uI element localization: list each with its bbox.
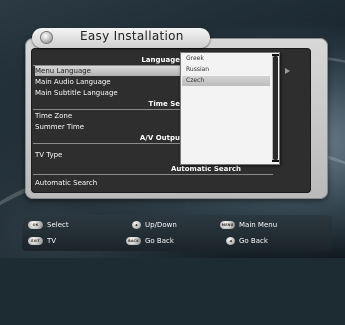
dropdown-option-russian[interactable]: Russian [182,65,270,75]
menu-language-label: Menu Language [35,67,91,75]
section-label: Time Se [148,100,180,108]
legend-select-label: Select [47,221,69,229]
dropdown-option-greek[interactable]: Greek [182,54,270,64]
section-divider [33,174,273,175]
legend-tv-label: TV [47,237,57,245]
main-subtitle-language-label: Main Subtitle Language [35,89,118,97]
legend-go-back-left: ◀ Go Back [226,236,268,246]
legend-select: OK Select [28,220,69,230]
section-label: Language [141,56,180,64]
title-bullet-icon [41,32,52,43]
section-label: Automatic Search [170,165,241,173]
section-header-automatic-search: Automatic Search [35,164,275,174]
back-key-icon: BACK [126,237,141,245]
dialog-title-bar: Easy Installation [32,28,210,48]
updown-key-icon: ◆ [132,221,141,229]
legend-tv: EXIT TV [28,236,56,246]
summer-time-label: Summer Time [35,123,85,131]
tv-type-label: TV Type [35,151,63,159]
automatic-search-row[interactable]: Automatic Search [35,178,275,188]
legend-updown: ◆ Up/Down [132,220,177,230]
scrollbar-thumb[interactable] [273,56,278,160]
left-key-icon: ◀ [226,237,235,245]
dropdown-scrollbar[interactable] [272,54,279,162]
chevron-right-icon[interactable] [285,68,290,74]
section-label: A/V Outpu [139,134,180,142]
language-dropdown-list[interactable]: Greek Russian Czech [180,52,280,165]
menu-key-icon: MENU [220,221,235,229]
scrollbar-cap-top [272,54,279,56]
legend-updown-label: Up/Down [145,221,177,229]
exit-key-icon: EXIT [28,237,43,245]
scrollbar-cap-bottom [272,160,279,162]
legend-go-back-label: Go Back [145,237,174,245]
legend-go-back-back: BACK Go Back [126,236,174,246]
legend-main-menu-label: Main Menu [239,221,278,229]
legend-main-menu: MENU Main Menu [220,220,277,230]
ok-key-icon: OK [28,221,43,229]
dialog-title: Easy Installation [80,29,184,43]
dropdown-option-czech[interactable]: Czech [182,76,270,86]
legend-go-back-label: Go Back [239,237,268,245]
main-audio-language-label: Main Audio Language [35,78,111,86]
time-zone-label: Time Zone [35,112,73,120]
automatic-search-label: Automatic Search [35,179,98,187]
remote-key-legend: OK Select ◆ Up/Down MENU Main Menu EXIT TV B… [22,215,332,251]
